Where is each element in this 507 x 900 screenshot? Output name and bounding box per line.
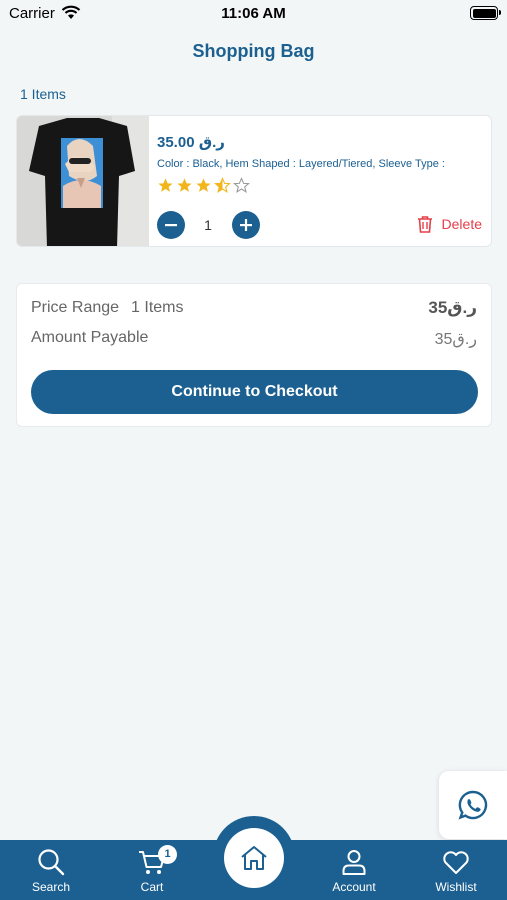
decrease-quantity-button[interactable] [157, 211, 185, 239]
account-icon [342, 850, 366, 875]
price-range-row: Price Range 1 Items [31, 299, 184, 317]
star-filled-icon [158, 178, 173, 192]
amount-payable-label: Amount Payable [31, 329, 149, 346]
nav-search[interactable]: Search [11, 847, 91, 894]
page-title: Shopping Bag [192, 41, 315, 61]
trash-icon [417, 216, 432, 233]
star-filled-icon [177, 178, 192, 192]
increase-quantity-button[interactable] [232, 211, 260, 239]
minus-icon [165, 224, 177, 227]
cart-items-count: 1 Items [20, 86, 66, 102]
nav-cart[interactable]: 1 Cart [112, 845, 192, 894]
delete-label: Delete [441, 216, 482, 232]
battery-icon [470, 6, 501, 20]
heart-icon [443, 851, 469, 874]
status-time: 11:06 AM [221, 5, 286, 22]
plus-icon [240, 219, 252, 231]
price-range-count: 1 Items [131, 299, 184, 316]
cart-badge: 1 [158, 845, 177, 864]
quantity-value: 1 [204, 217, 212, 233]
continue-to-checkout-button[interactable]: Continue to Checkout [31, 370, 478, 414]
cart-item-card: 35.00 ر.ق Color : Black, Hem Shaped : La… [16, 115, 492, 247]
nav-search-label: Search [31, 880, 71, 894]
order-summary-card: Price Range 1 Items ر.ق35 Amount Payable … [16, 283, 492, 427]
product-rating [157, 177, 250, 194]
product-image[interactable] [17, 116, 149, 246]
product-description: Color : Black, Hem Shaped : Layered/Tier… [157, 159, 445, 170]
star-half-icon [214, 177, 231, 194]
home-button[interactable] [224, 828, 284, 888]
nav-account-label: Account [332, 880, 376, 894]
whatsapp-button[interactable] [439, 771, 507, 839]
delete-item-button[interactable]: Delete [417, 215, 482, 233]
search-icon [38, 849, 65, 876]
nav-wishlist-label: Wishlist [435, 880, 477, 894]
nav-account[interactable]: Account [314, 847, 394, 894]
star-filled-icon [196, 178, 211, 192]
nav-cart-label: Cart [140, 880, 164, 894]
nav-wishlist[interactable]: Wishlist [416, 847, 496, 894]
product-price: 35.00 ر.ق [157, 134, 225, 151]
whatsapp-icon [458, 790, 488, 820]
amount-payable-value: ر.ق35 [434, 331, 477, 348]
home-icon [241, 846, 267, 870]
star-empty-icon [233, 177, 250, 194]
price-range-value: ر.ق35 [428, 298, 477, 317]
status-bar: Carrier 11:06 AM [0, 0, 507, 28]
price-range-label: Price Range [31, 299, 120, 316]
